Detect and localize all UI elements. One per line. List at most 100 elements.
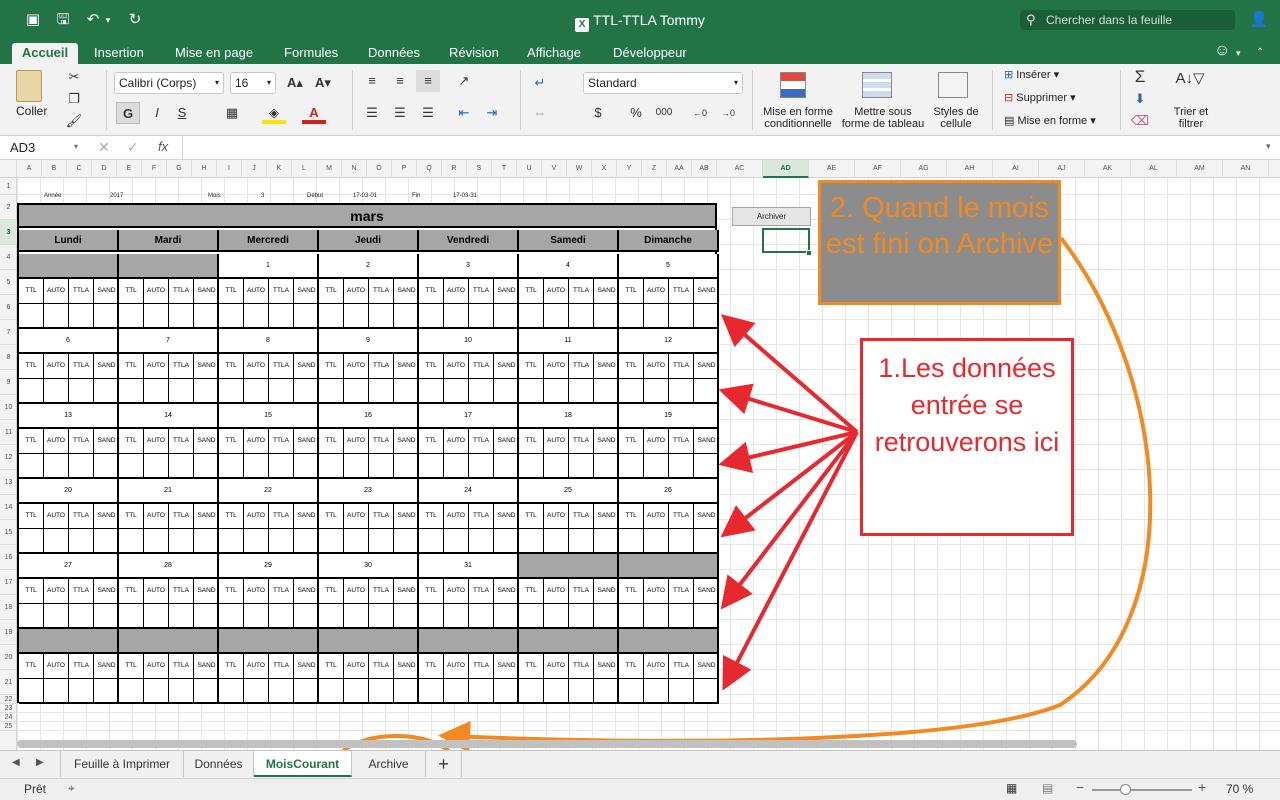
column-header[interactable]: O xyxy=(367,160,392,178)
decrease-font-icon[interactable]: A▾ xyxy=(311,72,335,94)
entry-cell[interactable] xyxy=(469,304,494,327)
column-header[interactable]: H xyxy=(192,160,217,178)
fill-color-icon[interactable]: ◈ xyxy=(262,102,286,124)
entry-cell[interactable] xyxy=(344,454,369,477)
entry-cell[interactable] xyxy=(419,379,444,402)
column-header[interactable]: AF xyxy=(855,160,901,178)
day-cell[interactable]: 30 xyxy=(319,554,419,579)
day-cell[interactable]: 6 xyxy=(19,329,119,354)
entry-cell[interactable] xyxy=(369,454,394,477)
entry-cell[interactable] xyxy=(144,454,169,477)
column-header[interactable]: AA xyxy=(667,160,692,178)
entry-cell[interactable] xyxy=(644,304,669,327)
increase-font-icon[interactable]: A▴ xyxy=(283,72,307,94)
row-header[interactable]: 10 xyxy=(0,395,17,420)
clear-icon[interactable]: ⌫ xyxy=(1128,110,1152,132)
normal-view-icon[interactable]: ▦ xyxy=(1006,781,1017,795)
day-cell[interactable]: 17 xyxy=(419,404,519,429)
entry-cell[interactable] xyxy=(644,379,669,402)
entry-cell[interactable] xyxy=(19,679,44,702)
entry-cell[interactable] xyxy=(219,454,244,477)
entry-cell[interactable] xyxy=(519,454,544,477)
day-cell[interactable]: 1 xyxy=(219,254,319,279)
entry-cell[interactable] xyxy=(694,454,719,477)
day-cell[interactable]: 28 xyxy=(119,554,219,579)
entry-cell[interactable] xyxy=(519,529,544,552)
day-cell[interactable]: 31 xyxy=(419,554,519,579)
day-cell[interactable] xyxy=(119,629,219,654)
entry-cell[interactable] xyxy=(569,529,594,552)
number-format-select[interactable]: Standard ▾ xyxy=(583,72,743,94)
column-header[interactable]: AM xyxy=(1177,160,1223,178)
entry-cell[interactable] xyxy=(94,604,119,627)
day-cell[interactable]: 20 xyxy=(19,479,119,504)
entry-cell[interactable] xyxy=(69,454,94,477)
conditional-format-button[interactable]: Mise en forme conditionnelle xyxy=(760,106,836,130)
share-user-icon[interactable]: 👤 xyxy=(1248,10,1270,30)
fill-icon[interactable]: ⬇ xyxy=(1128,88,1152,110)
entry-cell[interactable] xyxy=(669,679,694,702)
entry-cell[interactable] xyxy=(69,604,94,627)
entry-cell[interactable] xyxy=(619,604,644,627)
row-header[interactable]: 8 xyxy=(0,345,17,370)
entry-cell[interactable] xyxy=(694,604,719,627)
column-header[interactable]: E xyxy=(117,160,142,178)
entry-cell[interactable] xyxy=(394,604,419,627)
row-header[interactable]: 5 xyxy=(0,270,17,295)
feedback-dropdown-icon[interactable]: ▾ xyxy=(1236,43,1241,64)
day-cell[interactable]: 11 xyxy=(519,329,619,354)
column-header[interactable]: Q xyxy=(417,160,442,178)
day-cell[interactable] xyxy=(219,629,319,654)
entry-cell[interactable] xyxy=(669,604,694,627)
entry-cell[interactable] xyxy=(694,379,719,402)
row-header[interactable]: 1 xyxy=(0,178,17,195)
entry-cell[interactable] xyxy=(44,379,69,402)
column-header[interactable]: Y xyxy=(617,160,642,178)
prev-sheet-icon[interactable]: ◀ xyxy=(12,757,20,768)
confirm-icon[interactable]: ✓ xyxy=(127,139,139,156)
zoom-slider[interactable] xyxy=(1092,789,1192,791)
column-header[interactable]: U xyxy=(517,160,542,178)
entry-cell[interactable] xyxy=(244,454,269,477)
entry-cell[interactable] xyxy=(494,454,519,477)
entry-cell[interactable] xyxy=(219,304,244,327)
column-header[interactable]: Z xyxy=(642,160,667,178)
entry-cell[interactable] xyxy=(369,604,394,627)
entry-cell[interactable] xyxy=(594,454,619,477)
zoom-slider-thumb[interactable] xyxy=(1120,784,1131,795)
sheet-tab-archive[interactable]: Archive xyxy=(352,751,426,777)
entry-cell[interactable] xyxy=(119,454,144,477)
format-cells-button[interactable]: ▤ Mise en forme ▾ xyxy=(1004,114,1096,127)
row-header[interactable]: 2 xyxy=(0,195,17,220)
entry-cell[interactable] xyxy=(69,679,94,702)
row-header[interactable]: 6 xyxy=(0,295,17,320)
entry-cell[interactable] xyxy=(219,379,244,402)
add-sheet-button[interactable]: + xyxy=(426,751,462,777)
search-input[interactable]: ⚲ Chercher dans la feuille xyxy=(1020,10,1235,30)
entry-cell[interactable] xyxy=(394,304,419,327)
entry-cell[interactable] xyxy=(144,304,169,327)
entry-cell[interactable] xyxy=(44,454,69,477)
entry-cell[interactable] xyxy=(694,529,719,552)
entry-cell[interactable] xyxy=(19,454,44,477)
entry-cell[interactable] xyxy=(619,679,644,702)
entry-cell[interactable] xyxy=(469,604,494,627)
tab-insertion[interactable]: Insertion xyxy=(94,43,144,64)
entry-cell[interactable] xyxy=(294,304,319,327)
orientation-icon[interactable]: ↗ xyxy=(452,70,476,92)
entry-cell[interactable] xyxy=(644,529,669,552)
entry-cell[interactable] xyxy=(194,679,219,702)
sheet-tab-donnees[interactable]: Données xyxy=(184,751,254,777)
entry-cell[interactable] xyxy=(94,304,119,327)
horizontal-scrollbar[interactable] xyxy=(17,740,1077,748)
collapse-ribbon-icon[interactable]: ⌃ xyxy=(1256,43,1264,64)
entry-cell[interactable] xyxy=(319,529,344,552)
entry-cell[interactable] xyxy=(519,379,544,402)
insert-cells-button[interactable]: ⊞ Insérer ▾ xyxy=(1004,68,1059,81)
tab-formules[interactable]: Formules xyxy=(284,43,338,64)
entry-cell[interactable] xyxy=(444,679,469,702)
entry-cell[interactable] xyxy=(669,379,694,402)
entry-cell[interactable] xyxy=(44,529,69,552)
row-header[interactable]: 7 xyxy=(0,320,17,345)
entry-cell[interactable] xyxy=(294,679,319,702)
